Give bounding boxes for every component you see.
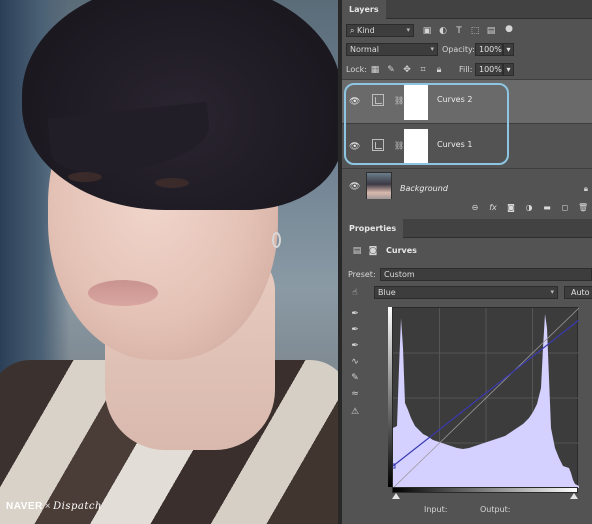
layer-row-curves-1[interactable]: 👁︎ ⛓︎ Curves 1 bbox=[342, 125, 592, 169]
new-adjustment-icon[interactable]: ◑ bbox=[524, 203, 534, 213]
filter-shape-icon[interactable]: ⬚ bbox=[470, 26, 480, 36]
blend-mode-select[interactable]: Normal ▾ bbox=[346, 43, 438, 56]
filter-smart-object-icon[interactable]: ▤ bbox=[486, 26, 496, 36]
smooth-curve-icon[interactable]: ≈ bbox=[350, 389, 360, 399]
eyedropper-gray-icon[interactable]: ✒ bbox=[350, 325, 360, 335]
eye-icon[interactable]: 👁︎ bbox=[349, 182, 360, 192]
target-adjust-hand-icon[interactable]: ☝ bbox=[350, 288, 360, 298]
layer-row-curves-2[interactable]: 👁︎ ⛓︎ Curves 2 bbox=[342, 80, 592, 124]
curves-graph-svg bbox=[393, 308, 579, 488]
preset-select[interactable]: Custom bbox=[380, 268, 592, 281]
input-gradient bbox=[392, 487, 578, 493]
tab-layers[interactable]: Layers bbox=[342, 0, 386, 19]
layer-name[interactable]: Curves 2 bbox=[437, 95, 472, 104]
filter-toggle-icon[interactable]: ● bbox=[504, 24, 514, 34]
watermark-x: × bbox=[44, 501, 52, 512]
new-layer-icon[interactable]: ◻ bbox=[560, 203, 570, 213]
layers-footer: ⊖ fx ◙ ◑ ▬ ◻ 🗑︎ bbox=[342, 199, 592, 217]
opacity-input[interactable]: 100% bbox=[475, 43, 503, 56]
lock-artboard-icon[interactable]: ⌗ bbox=[418, 65, 428, 75]
chevron-down-icon: ▾ bbox=[406, 26, 410, 34]
watermark-partner: Dispatch bbox=[53, 501, 102, 512]
clipping-warning-icon[interactable]: ⚠ bbox=[350, 407, 360, 417]
chevron-down-icon: ▾ bbox=[550, 288, 554, 296]
curves-graph[interactable] bbox=[392, 307, 579, 488]
curves-adjustment-icon bbox=[372, 94, 384, 106]
curves-adjustment-icon bbox=[372, 139, 384, 151]
white-point-slider[interactable] bbox=[570, 493, 578, 499]
input-label: Input: bbox=[424, 505, 448, 514]
link-layers-icon[interactable]: ⊖ bbox=[470, 203, 480, 213]
fill-input[interactable]: 100% bbox=[475, 63, 503, 76]
layers-panel: Layers ⌕ Kind ▾ ▣ ◐ T ⬚ ▤ ● Normal ▾ Opa… bbox=[342, 0, 592, 217]
layers-tabbar: Layers bbox=[342, 0, 592, 19]
add-mask-icon[interactable]: ◙ bbox=[506, 203, 516, 213]
new-group-icon[interactable]: ▬ bbox=[542, 203, 552, 213]
mask-icon[interactable]: ◙ bbox=[368, 246, 378, 256]
auto-button[interactable]: Auto bbox=[564, 286, 592, 299]
layer-name[interactable]: Background bbox=[400, 184, 448, 193]
layer-mask-thumbnail[interactable] bbox=[404, 129, 428, 165]
lock-paint-icon[interactable]: ✎ bbox=[386, 65, 396, 75]
curve-edit-icon[interactable]: ∿ bbox=[350, 357, 360, 367]
layer-filter-value: Kind bbox=[357, 26, 375, 35]
tab-properties[interactable]: Properties bbox=[342, 219, 404, 238]
lock-move-icon[interactable]: ✥ bbox=[402, 65, 412, 75]
lock-icon: 🔒︎ bbox=[583, 184, 588, 193]
fill-label: Fill: bbox=[459, 65, 473, 74]
channel-select[interactable]: Blue ▾ bbox=[374, 286, 558, 299]
opacity-dropdown-icon[interactable]: ▾ bbox=[503, 43, 514, 56]
layer-mask-thumbnail[interactable] bbox=[404, 84, 428, 120]
filter-pixel-icon[interactable]: ▣ bbox=[422, 26, 432, 36]
properties-tabbar: Properties bbox=[342, 219, 592, 238]
layer-thumbnail[interactable] bbox=[366, 172, 392, 202]
preset-label: Preset: bbox=[348, 270, 376, 279]
filter-type-icon[interactable]: T bbox=[454, 26, 464, 36]
eye-icon[interactable]: 👁︎ bbox=[349, 97, 360, 107]
blend-mode-value: Normal bbox=[350, 45, 379, 54]
curves-adjustment-icon[interactable]: ▤ bbox=[352, 246, 362, 256]
opacity-label: Opacity: bbox=[442, 45, 475, 54]
watermark: NAVER × Dispatch bbox=[6, 501, 102, 512]
lock-label: Lock: bbox=[346, 65, 367, 74]
photo-eye-left bbox=[68, 172, 102, 182]
adjustment-title: Curves bbox=[386, 246, 417, 255]
fill-dropdown-icon[interactable]: ▾ bbox=[503, 63, 514, 76]
black-point-slider[interactable] bbox=[392, 493, 400, 499]
search-icon: ⌕ bbox=[350, 26, 358, 35]
lock-all-icon[interactable]: 🔒︎ bbox=[434, 65, 444, 75]
link-icon[interactable]: ⛓︎ bbox=[394, 141, 404, 151]
layer-filter-select[interactable]: ⌕ Kind ▾ bbox=[346, 24, 414, 37]
properties-panel: Properties ▤ ◙ Curves Preset: Custom ☝ B… bbox=[342, 219, 592, 524]
photo-earring bbox=[272, 232, 281, 248]
eye-icon[interactable]: 👁︎ bbox=[349, 142, 360, 152]
watermark-brand: NAVER bbox=[6, 501, 43, 512]
eyedropper-white-icon[interactable]: ✒ bbox=[350, 341, 360, 351]
fx-icon[interactable]: fx bbox=[488, 203, 498, 213]
chevron-down-icon: ▾ bbox=[430, 45, 434, 53]
pencil-icon[interactable]: ✎ bbox=[350, 373, 360, 383]
output-label: Output: bbox=[480, 505, 511, 514]
preset-value: Custom bbox=[384, 270, 415, 279]
channel-value: Blue bbox=[378, 288, 396, 297]
document-canvas[interactable]: NAVER × Dispatch bbox=[0, 0, 338, 524]
photo-eye-right bbox=[155, 178, 189, 188]
lock-transparent-icon[interactable]: ▦ bbox=[370, 65, 380, 75]
photo-lips bbox=[88, 280, 158, 306]
filter-adjustment-icon[interactable]: ◐ bbox=[438, 26, 448, 36]
trash-icon[interactable]: 🗑︎ bbox=[578, 203, 588, 213]
eyedropper-black-icon[interactable]: ✒ bbox=[350, 309, 360, 319]
link-icon[interactable]: ⛓︎ bbox=[394, 96, 404, 106]
layer-name[interactable]: Curves 1 bbox=[437, 140, 472, 149]
